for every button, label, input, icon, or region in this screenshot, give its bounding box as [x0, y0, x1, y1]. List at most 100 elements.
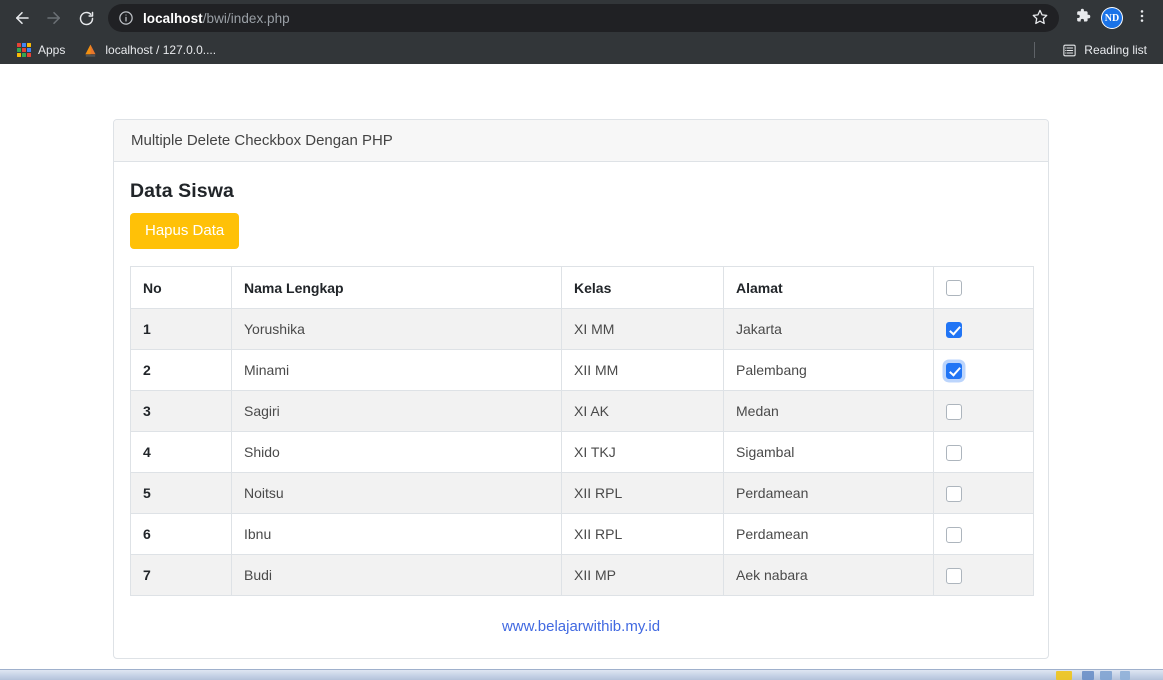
phpmyadmin-icon: [83, 43, 98, 58]
table-head: No Nama Lengkap Kelas Alamat: [130, 266, 1034, 309]
forward-button[interactable]: [40, 4, 68, 32]
cell-alamat: Perdamean: [723, 472, 934, 514]
reload-icon: [78, 10, 95, 27]
cell-alamat: Aek nabara: [723, 554, 934, 596]
column-header-nama: Nama Lengkap: [231, 266, 562, 309]
apps-grid-icon: [17, 43, 31, 57]
cell-nama: Sagiri: [231, 390, 562, 432]
puzzle-piece-icon: [1074, 7, 1091, 29]
row-checkbox[interactable]: [946, 526, 962, 543]
students-table: No Nama Lengkap Kelas Alamat 1 Yorushika X…: [130, 266, 1034, 596]
browser-toolbar: localhost/bwi/index.php ND: [0, 0, 1163, 36]
row-checkbox[interactable]: [946, 567, 962, 584]
chrome-menu-button[interactable]: [1129, 4, 1155, 32]
cell-kelas: XII MP: [561, 554, 724, 596]
cell-alamat: Medan: [723, 390, 934, 432]
taskbar-chip-4: [1120, 671, 1130, 680]
table-row: 5 Noitsu XII RPL Perdamean: [130, 472, 1034, 514]
column-header-kelas: Kelas: [561, 266, 724, 309]
cell-kelas: XI TKJ: [561, 431, 724, 473]
cell-alamat: Palembang: [723, 349, 934, 391]
table-row: 2 Minami XII MM Palembang: [130, 349, 1034, 391]
table-row: 4 Shido XI TKJ Sigambal: [130, 431, 1034, 473]
row-checkbox[interactable]: [946, 403, 962, 420]
page-viewport: Multiple Delete Checkbox Dengan PHP Data…: [0, 64, 1163, 680]
apps-shortcut-label: Apps: [38, 43, 66, 57]
row-checkbox[interactable]: [946, 444, 962, 461]
cell-select: [933, 472, 1034, 514]
cell-no: 5: [130, 472, 232, 514]
cell-kelas: XI AK: [561, 390, 724, 432]
taskbar-chip-1: [1056, 671, 1072, 680]
profile-avatar-icon: ND: [1101, 7, 1123, 29]
three-dot-menu-icon: [1134, 8, 1150, 29]
table-row: 1 Yorushika XI MM Jakarta: [130, 308, 1034, 350]
cell-select: [933, 390, 1034, 432]
cell-select: [933, 554, 1034, 596]
extensions-button[interactable]: [1069, 4, 1095, 32]
cell-nama: Noitsu: [231, 472, 562, 514]
table-row: 6 Ibnu XII RPL Perdamean: [130, 513, 1034, 555]
address-bar[interactable]: localhost/bwi/index.php: [108, 4, 1059, 32]
website-link[interactable]: www.belajarwithib.my.id: [502, 618, 660, 635]
reading-list-label: Reading list: [1084, 43, 1147, 57]
table-header-row: No Nama Lengkap Kelas Alamat: [130, 266, 1034, 309]
card-header-title: Multiple Delete Checkbox Dengan PHP: [114, 120, 1048, 162]
arrow-left-icon: [13, 9, 31, 27]
taskbar-text-left: [8, 670, 11, 677]
cell-nama: Minami: [231, 349, 562, 391]
cell-kelas: XII RPL: [561, 472, 724, 514]
row-checkbox[interactable]: [946, 485, 962, 502]
card-body: Data Siswa Hapus Data No Nama Lengkap Ke…: [114, 162, 1048, 658]
cell-no: 2: [130, 349, 232, 391]
bookmark-item-localhost[interactable]: localhost / 127.0.0....: [76, 39, 223, 61]
cell-nama: Ibnu: [231, 513, 562, 555]
column-header-select-all: [933, 266, 1034, 309]
row-checkbox[interactable]: [946, 362, 962, 379]
cell-alamat: Jakarta: [723, 308, 934, 350]
star-outline-icon[interactable]: [1031, 8, 1051, 28]
select-all-checkbox[interactable]: [946, 280, 962, 297]
cell-alamat: Sigambal: [723, 431, 934, 473]
info-circle-icon[interactable]: [118, 10, 134, 26]
table-body: 1 Yorushika XI MM Jakarta 2 Minami XII MM Palem…: [130, 308, 1034, 596]
row-checkbox[interactable]: [946, 321, 962, 338]
cell-select: [933, 513, 1034, 555]
bookmark-item-label: localhost / 127.0.0....: [105, 43, 217, 57]
cell-select: [933, 431, 1034, 473]
back-button[interactable]: [8, 4, 36, 32]
reading-list-button[interactable]: Reading list: [1056, 39, 1153, 61]
cell-nama: Shido: [231, 431, 562, 473]
cell-no: 3: [130, 390, 232, 432]
taskbar-chip-3: [1100, 671, 1112, 680]
reading-list-icon: [1062, 43, 1077, 58]
browser-chrome: localhost/bwi/index.php ND Apps localhos…: [0, 0, 1163, 64]
cell-nama: Budi: [231, 554, 562, 596]
column-header-no: No: [130, 266, 232, 309]
bookmarks-divider: [1034, 42, 1035, 58]
cell-no: 4: [130, 431, 232, 473]
url-host: localhost: [143, 10, 203, 26]
table-row: 7 Budi XII MP Aek nabara: [130, 554, 1034, 596]
profile-initials: ND: [1102, 8, 1122, 28]
main-card: Multiple Delete Checkbox Dengan PHP Data…: [113, 119, 1049, 659]
url-path: /bwi/index.php: [202, 10, 290, 26]
address-bar-url: localhost/bwi/index.php: [143, 11, 290, 26]
footer: www.belajarwithib.my.id: [130, 618, 1032, 636]
table-row: 3 Sagiri XI AK Medan: [130, 390, 1034, 432]
cell-no: 1: [130, 308, 232, 350]
column-header-alamat: Alamat: [723, 266, 934, 309]
page-title: Data Siswa: [130, 180, 234, 202]
cell-select: [933, 349, 1034, 391]
taskbar-chip-2: [1082, 671, 1094, 680]
cell-kelas: XII MM: [561, 349, 724, 391]
delete-data-button[interactable]: Hapus Data: [130, 213, 240, 249]
cell-nama: Yorushika: [231, 308, 562, 350]
arrow-right-icon: [45, 9, 63, 27]
cell-alamat: Perdamean: [723, 513, 934, 555]
cell-no: 7: [130, 554, 232, 596]
reload-button[interactable]: [72, 4, 100, 32]
cell-kelas: XII RPL: [561, 513, 724, 555]
apps-shortcut[interactable]: Apps: [10, 39, 72, 61]
profile-button[interactable]: ND: [1099, 4, 1125, 32]
